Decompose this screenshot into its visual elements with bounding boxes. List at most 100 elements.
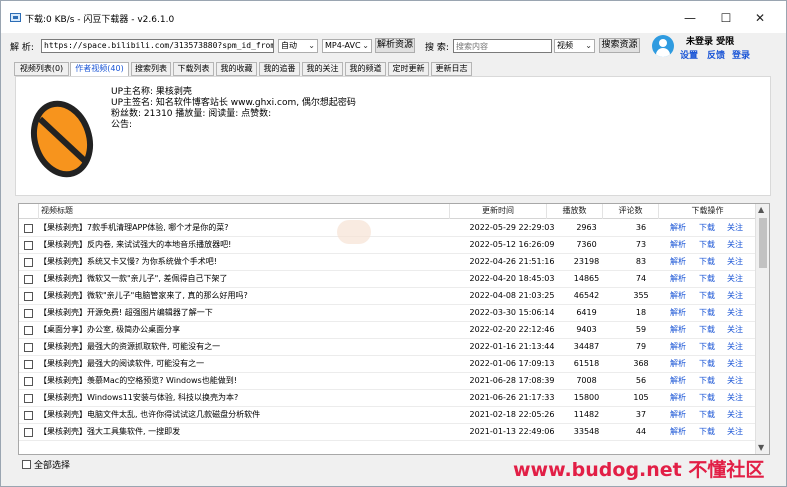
download-link[interactable]: 下载 <box>699 356 715 372</box>
tab-changelog[interactable]: 更新日志 <box>431 62 472 76</box>
table-row[interactable]: 【果核剥壳】开源免费! 超强图片编辑器了解一下 2022-03-30 15:06:… <box>19 305 756 322</box>
tab-author-videos[interactable]: 作者视频(40) <box>70 62 129 77</box>
parse-link[interactable]: 解析 <box>670 305 686 321</box>
download-link[interactable]: 下载 <box>699 220 715 236</box>
table-row[interactable]: 【果核剥壳】7款手机清理APP体验, 哪个才是你的菜? 2022-05-29 22… <box>19 220 756 237</box>
row-checkbox[interactable] <box>24 224 33 233</box>
select-all-label[interactable]: 全部选择 <box>34 458 70 471</box>
table-row[interactable]: 【果核剥壳】电脑文件太乱, 也许你得试试这几款磁盘分析软件 2021-02-18 … <box>19 407 756 424</box>
tab-my-bangumi[interactable]: 我的追番 <box>259 62 300 76</box>
tab-my-follows[interactable]: 我的关注 <box>302 62 343 76</box>
follow-link[interactable]: 关注 <box>727 271 743 287</box>
follow-link[interactable]: 关注 <box>727 356 743 372</box>
minimize-button[interactable]: — <box>673 7 707 29</box>
download-link[interactable]: 下载 <box>699 390 715 406</box>
follow-link[interactable]: 关注 <box>727 339 743 355</box>
parse-link[interactable]: 解析 <box>670 390 686 406</box>
parse-resource-button[interactable]: 解析资源 <box>375 38 415 53</box>
row-checkbox[interactable] <box>24 377 33 386</box>
table-row[interactable]: 【果核剥壳】微软"亲儿子"电脑管家来了, 真的那么好用吗? 2022-04-08 … <box>19 288 756 305</box>
follow-link[interactable]: 关注 <box>727 322 743 338</box>
download-link[interactable]: 下载 <box>699 322 715 338</box>
parse-link[interactable]: 解析 <box>670 356 686 372</box>
table-row[interactable]: 【果核剥壳】系统又卡又慢? 为你系统做个手术吧! 2022-04-26 21:51… <box>19 254 756 271</box>
header-comments[interactable]: 评论数 <box>603 204 659 219</box>
search-type-select[interactable]: 视频 ⌄ <box>554 39 595 53</box>
download-link[interactable]: 下载 <box>699 305 715 321</box>
scroll-down-icon[interactable]: ▼ <box>758 443 764 452</box>
tab-download-list[interactable]: 下载列表 <box>173 62 214 76</box>
url-input[interactable]: https://space.bilibili.com/313573880?spm… <box>41 39 274 53</box>
parse-link[interactable]: 解析 <box>670 373 686 389</box>
tab-search-list[interactable]: 搜索列表 <box>131 62 171 76</box>
follow-link[interactable]: 关注 <box>727 373 743 389</box>
row-checkbox[interactable] <box>24 411 33 420</box>
download-link[interactable]: 下载 <box>699 254 715 270</box>
user-avatar-icon[interactable] <box>652 35 674 57</box>
login-link[interactable]: 登录 <box>732 48 750 61</box>
feedback-link[interactable]: 反馈 <box>707 48 725 61</box>
parse-link[interactable]: 解析 <box>670 254 686 270</box>
close-button[interactable]: ✕ <box>743 7 777 29</box>
header-time[interactable]: 更新时间 <box>450 204 547 219</box>
row-checkbox[interactable] <box>24 292 33 301</box>
table-row[interactable]: 【果核剥壳】强大工具集软件, 一搜即发 2021-01-13 22:49:06 33… <box>19 424 756 441</box>
download-link[interactable]: 下载 <box>699 407 715 423</box>
download-link[interactable]: 下载 <box>699 288 715 304</box>
select-all-checkbox[interactable] <box>22 460 31 469</box>
download-link[interactable]: 下载 <box>699 237 715 253</box>
tab-my-channels[interactable]: 我的频道 <box>345 62 386 76</box>
table-row[interactable]: 【果核剥壳】Windows11安装与体验, 科技以换壳为本? 2021-06-26… <box>19 390 756 407</box>
row-checkbox[interactable] <box>24 275 33 284</box>
parse-link[interactable]: 解析 <box>670 407 686 423</box>
row-checkbox[interactable] <box>24 309 33 318</box>
download-link[interactable]: 下载 <box>699 424 715 440</box>
parse-link[interactable]: 解析 <box>670 237 686 253</box>
parse-link[interactable]: 解析 <box>670 271 686 287</box>
tab-my-favorites[interactable]: 我的收藏 <box>216 62 257 76</box>
follow-link[interactable]: 关注 <box>727 305 743 321</box>
search-input[interactable] <box>453 39 552 53</box>
follow-link[interactable]: 关注 <box>727 390 743 406</box>
download-link[interactable]: 下载 <box>699 373 715 389</box>
comment-count: 36 <box>635 223 647 232</box>
table-row[interactable]: 【桌面分享】办公室, 极简办公桌面分享 2022-02-20 22:12:46 94… <box>19 322 756 339</box>
search-resource-button[interactable]: 搜索资源 <box>599 38 640 53</box>
parse-link[interactable]: 解析 <box>670 424 686 440</box>
row-checkbox[interactable] <box>24 258 33 267</box>
parse-link[interactable]: 解析 <box>670 288 686 304</box>
table-row[interactable]: 【果核剥壳】反内卷, 来试试强大的本地音乐播放器吧! 2022-05-12 16:… <box>19 237 756 254</box>
row-checkbox[interactable] <box>24 360 33 369</box>
settings-link[interactable]: 设置 <box>680 48 698 61</box>
table-row[interactable]: 【果核剥壳】羡慕Mac的空格预览? Windows也能做到! 2021-06-28… <box>19 373 756 390</box>
follow-link[interactable]: 关注 <box>727 424 743 440</box>
scroll-thumb[interactable] <box>759 218 767 268</box>
mode-select[interactable]: 自动 ⌄ <box>278 39 318 53</box>
tab-video-list[interactable]: 视频列表(0) <box>14 62 69 76</box>
table-row[interactable]: 【果核剥壳】微软又一款"亲儿子", 差佩得自己下架了 2022-04-20 18:… <box>19 271 756 288</box>
row-checkbox[interactable] <box>24 241 33 250</box>
parse-link[interactable]: 解析 <box>670 339 686 355</box>
table-row[interactable]: 【果核剥壳】最强大的资源抓取软件, 可能没有之一 2022-01-16 21:13… <box>19 339 756 356</box>
follow-link[interactable]: 关注 <box>727 237 743 253</box>
follow-link[interactable]: 关注 <box>727 254 743 270</box>
tab-scheduled-update[interactable]: 定时更新 <box>388 62 429 76</box>
follow-link[interactable]: 关注 <box>727 220 743 236</box>
follow-link[interactable]: 关注 <box>727 288 743 304</box>
scroll-up-icon[interactable]: ▲ <box>758 205 764 214</box>
download-link[interactable]: 下载 <box>699 271 715 287</box>
header-plays[interactable]: 播放数 <box>547 204 603 219</box>
follow-link[interactable]: 关注 <box>727 407 743 423</box>
maximize-button[interactable]: ☐ <box>709 7 743 29</box>
table-row[interactable]: 【果核剥壳】最强大的阅读软件, 可能没有之一 2022-01-06 17:09:1… <box>19 356 756 373</box>
vertical-scrollbar[interactable]: ▲ ▼ <box>755 204 769 454</box>
format-select[interactable]: MP4-AVC ⌄ <box>322 39 372 53</box>
header-title[interactable]: 视频标题 <box>39 204 450 219</box>
parse-link[interactable]: 解析 <box>670 220 686 236</box>
row-checkbox[interactable] <box>24 394 33 403</box>
row-checkbox[interactable] <box>24 343 33 352</box>
row-checkbox[interactable] <box>24 326 33 335</box>
row-checkbox[interactable] <box>24 428 33 437</box>
parse-link[interactable]: 解析 <box>670 322 686 338</box>
download-link[interactable]: 下载 <box>699 339 715 355</box>
